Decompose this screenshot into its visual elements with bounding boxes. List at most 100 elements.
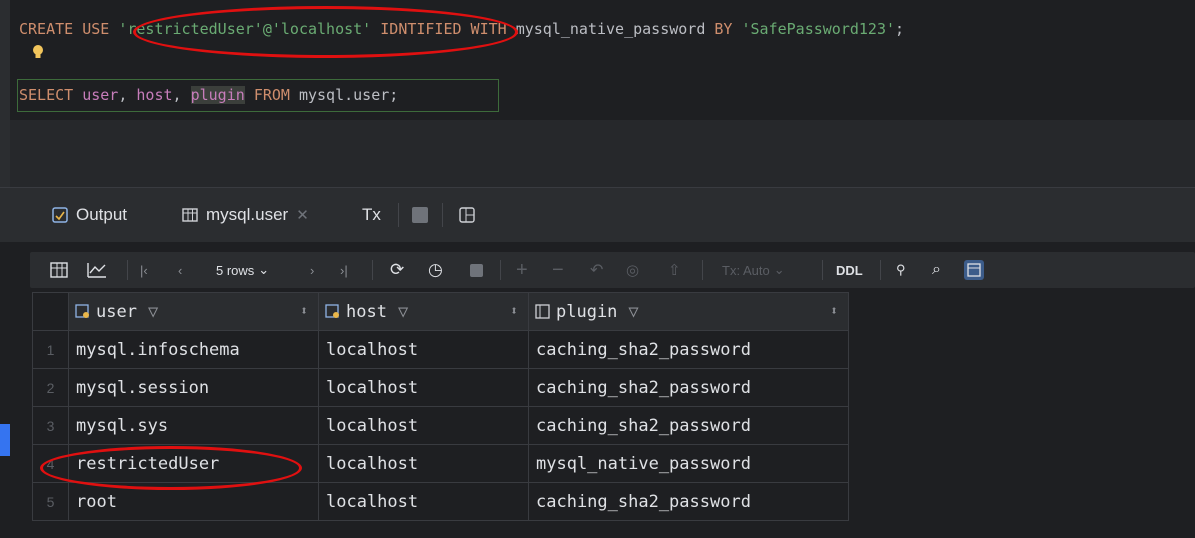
search-icon[interactable]: ⌕ [932,260,941,280]
stop-icon[interactable] [412,207,428,223]
previous-page-icon[interactable]: ‹ [178,260,182,280]
tab-tx[interactable]: Tx [362,203,381,227]
row-number-header [32,292,69,331]
add-row-icon[interactable]: + [516,259,528,281]
table-icon [182,208,198,222]
revert-icon[interactable]: ↶ [590,260,603,280]
column-ref-plugin: plugin [190,86,245,104]
refresh-icon[interactable]: ⟳ [390,260,404,280]
tab-mysql-user[interactable]: mysql.user ✕ [182,203,309,227]
cell-user[interactable]: mysql.sys [68,406,319,445]
key-column-icon [75,303,89,318]
tab-output[interactable]: Output [52,203,127,227]
statement-terminator: ; [895,20,905,38]
annotation-oval-restricted-user [40,446,302,490]
table-ref: mysql.user [298,86,390,104]
sort-icon[interactable]: ⬍ [830,304,838,319]
cell-host[interactable]: localhost [318,330,529,369]
comma: , [172,86,191,104]
cell-plugin[interactable]: caching_sha2_password [528,368,849,407]
next-page-icon[interactable]: › [310,260,314,280]
toolbar-separator [500,260,501,280]
last-page-icon[interactable]: ›| [340,260,348,280]
cell-plugin[interactable]: caching_sha2_password [528,406,849,445]
filter-icon[interactable]: ▽ [398,302,408,322]
sort-icon[interactable]: ⬍ [300,304,308,319]
keyword-create-user: CREATE USE [19,20,110,38]
toolbar-separator [702,260,703,280]
view-settings-icon[interactable] [964,260,984,280]
table-header-row: user ▽ ⬍ host ▽ ⬍ plugin ▽ ⬍ [32,292,849,331]
table-row[interactable]: 2 mysql.session localhost caching_sha2_p… [32,368,849,407]
column-header-label: plugin [556,301,618,322]
table-row[interactable]: 3 mysql.sys localhost caching_sha2_passw… [32,406,849,445]
chart-view-icon[interactable] [87,260,107,280]
column-header-label: host [346,301,387,322]
filter-icon[interactable]: ▽ [148,302,158,322]
column-icon [535,303,550,319]
tab-mysql-user-label: mysql.user [206,205,289,224]
tx-mode-dropdown[interactable]: Tx: Auto ⌄ [722,260,785,280]
code-line-select[interactable]: SELECT user, host, plugin FROM mysql.use… [19,84,398,106]
output-icon [52,207,68,223]
column-ref-host: host [136,86,173,104]
tx-icon: Tx [362,205,381,224]
tab-separator [442,203,443,227]
stop-query-icon[interactable] [470,260,483,280]
side-panel-marker [0,424,10,456]
toolbar-separator [127,260,128,280]
layout-icon[interactable] [459,207,475,223]
row-number: 2 [32,368,69,407]
table-view-icon[interactable] [50,260,68,280]
annotation-oval-create-user [133,6,518,58]
pin-icon[interactable]: ⚲ [896,260,906,280]
cell-user[interactable]: mysql.session [68,368,319,407]
cell-user[interactable]: mysql.infoschema [68,330,319,369]
close-icon[interactable]: ✕ [296,206,309,224]
sort-icon[interactable]: ⬍ [510,304,518,319]
cell-plugin[interactable]: mysql_native_password [528,444,849,483]
cell-host[interactable]: localhost [318,406,529,445]
column-header-label: user [96,301,137,322]
keyword-from: FROM [253,86,290,104]
lightbulb-icon[interactable] [31,44,45,60]
cell-host[interactable]: localhost [318,482,529,521]
cell-plugin[interactable]: caching_sha2_password [528,482,849,521]
column-header-user[interactable]: user ▽ ⬍ [68,292,319,331]
results-toolbar: |‹ ‹ 5 rows ⌄ › ›| ⟳ ◷ + − ↶ ◎ ⇧ Tx: Auto… [30,252,1195,288]
cell-plugin[interactable]: caching_sha2_password [528,330,849,369]
clock-icon[interactable]: ◷ [428,260,443,280]
column-header-host[interactable]: host ▽ ⬍ [318,292,529,331]
key-column-icon [325,303,339,318]
comma: , [118,86,137,104]
remove-row-icon[interactable]: − [552,259,564,281]
tab-separator [398,203,399,227]
cell-host[interactable]: localhost [318,444,529,483]
toolbar-separator [880,260,881,280]
table-row[interactable]: 1 mysql.infoschema localhost caching_sha… [32,330,849,369]
keyword-by: BY [714,20,733,38]
plugin-name: mysql_native_password [515,20,706,38]
toolbar-separator [372,260,373,280]
chevron-down-icon: ⌄ [258,262,270,277]
row-number: 5 [32,482,69,521]
statement-terminator: ; [389,86,399,104]
toolbar-separator [822,260,823,280]
cell-host[interactable]: localhost [318,368,529,407]
tab-output-label: Output [76,205,128,224]
column-header-plugin[interactable]: plugin ▽ ⬍ [528,292,849,331]
filter-icon[interactable]: ▽ [628,302,638,322]
editor-gutter [0,0,10,187]
password-literal: 'SafePassword123' [741,20,896,38]
editor-empty-area [10,120,1195,187]
row-number: 3 [32,406,69,445]
rows-count-dropdown[interactable]: 5 rows ⌄ [216,260,269,280]
ddl-button[interactable]: DDL [836,260,863,280]
results-tabs: Output mysql.user ✕ Tx [0,188,1195,242]
row-number: 1 [32,330,69,369]
first-page-icon[interactable]: |‹ [140,260,148,280]
preview-icon[interactable]: ◎ [626,260,639,280]
column-ref-user: user [82,86,119,104]
submit-icon[interactable]: ⇧ [668,260,681,280]
tx-mode-label: Tx: Auto [722,262,770,278]
